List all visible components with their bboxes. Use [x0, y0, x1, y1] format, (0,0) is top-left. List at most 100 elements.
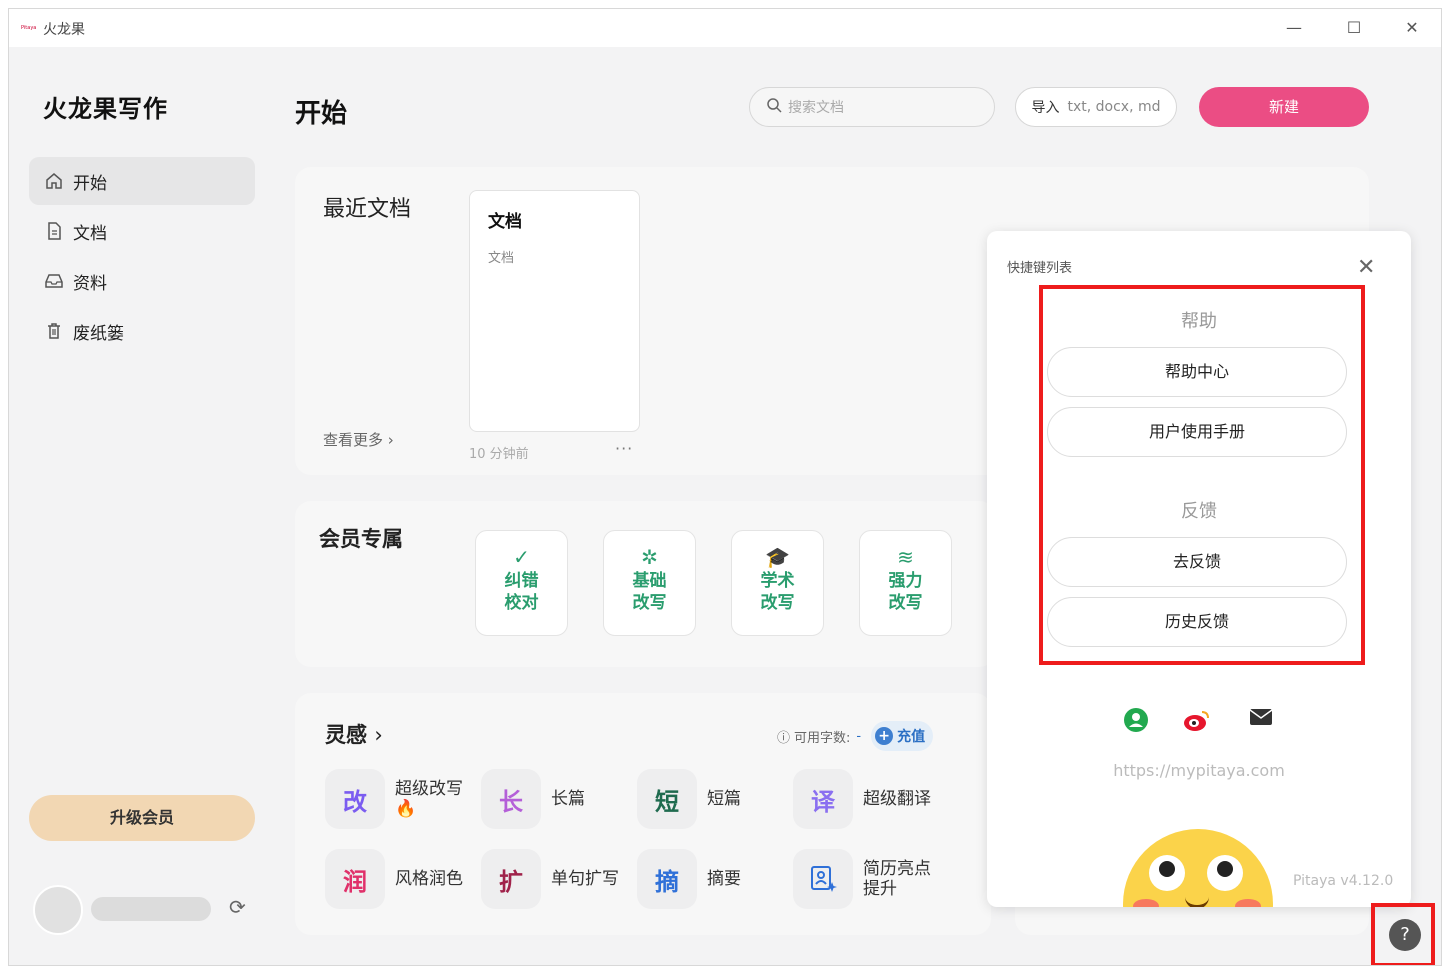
app-window: Pitaya 火龙果 — ☐ ✕ 火龙果写作 开始 文档 资料 废纸篓 升级会员… [8, 8, 1442, 966]
insp-label-text: 超级改写 [395, 779, 463, 799]
fire-icon: 🔥 [395, 799, 417, 819]
close-window-button[interactable]: ✕ [1397, 15, 1427, 41]
see-more-link[interactable]: 查看更多 › [323, 429, 394, 450]
insp-label: 摘要 [707, 869, 741, 889]
tool-basic-rewrite[interactable]: ✲ 基础 改写 [603, 530, 696, 636]
import-label: 导入 [1031, 100, 1060, 116]
tool-label-2: 改写 [760, 593, 795, 613]
insp-label: 长篇 [551, 789, 585, 809]
sidebar-nav: 开始 文档 资料 废纸篓 [29, 157, 255, 357]
wechat-contact-icon[interactable] [1123, 707, 1149, 739]
inspiration-title-link[interactable]: 灵感 › [325, 719, 383, 749]
history-feedback-button[interactable]: 历史反馈 [1047, 597, 1347, 647]
help-question-icon[interactable]: ? [1389, 919, 1421, 951]
insp-label: 单句扩写 [551, 869, 619, 889]
doc-title: 文档 [488, 212, 522, 232]
search-icon [766, 97, 782, 117]
word-count-value: - [856, 728, 862, 744]
sidebar-item-materials[interactable]: 资料 [29, 257, 255, 305]
mascot-pupil [1159, 861, 1175, 877]
insp-label: 超级翻译 [863, 789, 931, 809]
search-placeholder: 搜索文档 [788, 100, 844, 116]
tool-label-1: 强力 [888, 571, 923, 591]
doc-modified-time: 10 分钟前 [469, 447, 529, 462]
sidebar-item-start[interactable]: 开始 [29, 157, 255, 205]
website-link[interactable]: https://mypitaya.com [987, 761, 1411, 780]
insp-super-rewrite[interactable]: 改 超级改写 🔥 [325, 769, 475, 829]
tool-label-2: 改写 [632, 593, 667, 613]
insp-style-polish[interactable]: 润 风格润色 [325, 849, 475, 909]
sidebar-item-trash[interactable]: 废纸篓 [29, 307, 255, 355]
brand-title: 火龙果写作 [43, 95, 168, 123]
word-count-label: 可用字数: [794, 730, 851, 746]
tool-proofread[interactable]: ✓ 纠错 校对 [475, 530, 568, 636]
window-title: 火龙果 [43, 22, 85, 38]
tool-strong-rewrite[interactable]: ≋ 强力 改写 [859, 530, 952, 636]
recent-doc-thumbnail[interactable]: 文档 文档 [469, 190, 640, 432]
chevron-right-icon: › [374, 723, 383, 747]
home-icon [45, 172, 63, 190]
tool-academic-rewrite[interactable]: 🎓 学术 改写 [731, 530, 824, 636]
resume-sparkle-icon [793, 849, 853, 909]
version-label: Pitaya v4.12.0 [1293, 873, 1394, 889]
mail-icon[interactable] [1249, 707, 1273, 733]
recharge-button[interactable]: + 充值 [871, 721, 934, 751]
title-bar: Pitaya 火龙果 — ☐ ✕ [9, 9, 1441, 47]
tool-label-1: 纠错 [504, 571, 539, 591]
insp-resume-highlight[interactable]: 简历亮点提升 [793, 849, 943, 909]
import-extensions: txt, docx, md [1067, 99, 1161, 115]
insp-badge: 润 [325, 849, 385, 909]
sidebar-item-label: 资料 [73, 273, 107, 294]
tornado-icon: ≋ [897, 545, 914, 569]
insp-label: 风格润色 [395, 869, 463, 889]
sidebar-item-label: 开始 [73, 173, 107, 194]
graduation-cap-icon: 🎓 [765, 545, 790, 569]
search-input[interactable]: 搜索文档 [749, 87, 995, 127]
tool-label-1: 学术 [760, 571, 795, 591]
insp-label: 短篇 [707, 789, 741, 809]
maximize-button[interactable]: ☐ [1339, 15, 1369, 41]
mascot-cheek [1235, 899, 1261, 907]
insp-long-form[interactable]: 长 长篇 [481, 769, 631, 829]
help-heading: 帮助 [1181, 311, 1217, 332]
insp-badge: 译 [793, 769, 853, 829]
tool-label-2: 改写 [888, 593, 923, 613]
insp-label: 超级改写 🔥 [395, 779, 475, 819]
user-manual-button[interactable]: 用户使用手册 [1047, 407, 1347, 457]
minimize-button[interactable]: — [1279, 15, 1309, 41]
close-icon[interactable]: ✕ [1357, 255, 1375, 280]
insp-label: 简历亮点提升 [863, 859, 931, 899]
insp-badge: 长 [481, 769, 541, 829]
go-feedback-button[interactable]: 去反馈 [1047, 537, 1347, 587]
insp-badge: 摘 [637, 849, 697, 909]
doc-preview: 文档 [488, 251, 515, 266]
insp-super-translate[interactable]: 译 超级翻译 [793, 769, 943, 829]
sidebar-item-documents[interactable]: 文档 [29, 207, 255, 255]
help-button-highlight: ? [1371, 903, 1435, 965]
mascot-eye [1149, 855, 1185, 891]
recent-docs-title: 最近文档 [323, 197, 412, 222]
weibo-icon[interactable] [1183, 707, 1211, 739]
insp-sentence-expand[interactable]: 扩 单句扩写 [481, 849, 631, 909]
avatar[interactable] [33, 885, 83, 935]
info-icon: ⓘ [777, 730, 791, 746]
inbox-icon [45, 272, 63, 290]
check-icon: ✓ [513, 545, 530, 569]
app-logo-icon: Pitaya [21, 25, 37, 31]
upgrade-member-button[interactable]: 升级会员 [29, 795, 255, 841]
mascot-smile [1185, 895, 1209, 907]
vip-title: 会员专属 [319, 527, 403, 551]
tool-label-1: 基础 [632, 571, 667, 591]
panel-title: 快捷键列表 [1007, 261, 1073, 276]
trash-icon [45, 322, 63, 340]
insp-badge: 短 [637, 769, 697, 829]
new-document-button[interactable]: 新建 [1199, 87, 1369, 127]
insp-short-form[interactable]: 短 短篇 [637, 769, 787, 829]
insp-summary[interactable]: 摘 摘要 [637, 849, 787, 909]
sync-icon[interactable]: ⟳ [229, 895, 246, 919]
import-button[interactable]: 导入 txt, docx, md [1015, 87, 1177, 127]
feedback-heading: 反馈 [1181, 501, 1217, 522]
help-panel: 快捷键列表 ✕ 帮助 帮助中心 用户使用手册 反馈 去反馈 历史反馈 https… [987, 231, 1411, 907]
doc-more-icon[interactable]: ··· [615, 439, 633, 458]
help-center-button[interactable]: 帮助中心 [1047, 347, 1347, 397]
